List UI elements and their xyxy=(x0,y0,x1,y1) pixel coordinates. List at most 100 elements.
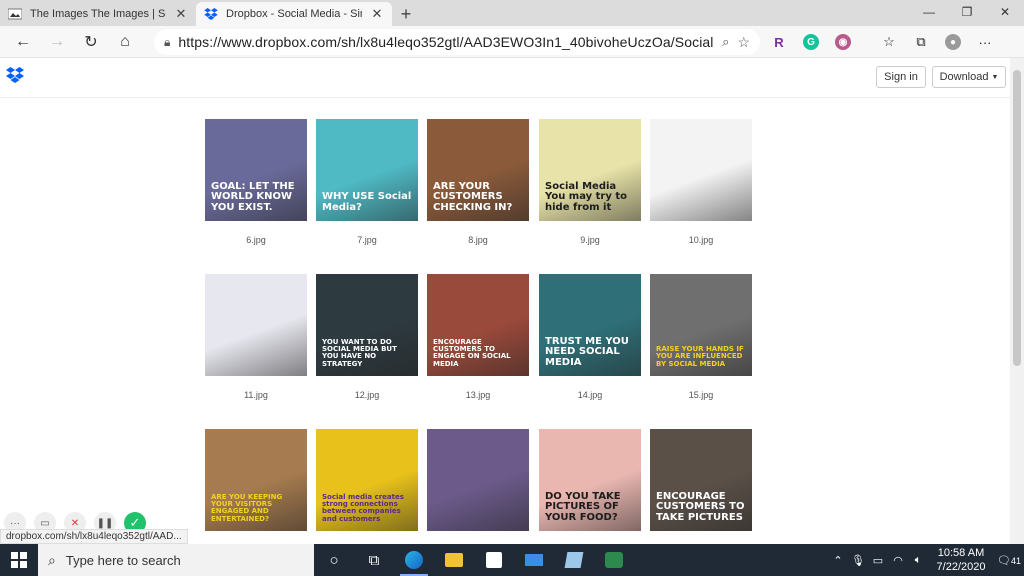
grammarly-icon[interactable]: G xyxy=(798,29,824,55)
tray-chevron-up-icon[interactable]: ⌃ xyxy=(828,554,848,567)
thumbnail-caption: ARE YOUR CUSTOMERS CHECKING IN? xyxy=(433,180,513,213)
more-menu-icon[interactable]: ··· xyxy=(972,29,998,55)
file-tile[interactable]: 10.jpg xyxy=(650,119,752,245)
notifications-badge[interactable]: 🗨︎41 xyxy=(994,554,1024,567)
file-name[interactable]: 11.jpg xyxy=(205,390,307,400)
address-bar[interactable]: 🔒︎ https://www.dropbox.com/sh/lx8u4leqo3… xyxy=(154,29,760,55)
file-thumbnail[interactable]: ARE YOUR CUSTOMERS CHECKING IN? xyxy=(427,119,529,221)
profile-avatar-icon[interactable]: ● xyxy=(940,29,966,55)
refresh-icon[interactable]: ↻ xyxy=(74,32,108,52)
cortana-icon[interactable]: ○ xyxy=(314,544,354,576)
file-tile[interactable]: ENCOURAGE CUSTOMERS TO TAKE PICTURES xyxy=(650,429,752,531)
favorite-star-icon[interactable]: ☆ xyxy=(737,34,750,51)
extension-r-icon[interactable]: R xyxy=(766,29,792,55)
green-app-icon[interactable] xyxy=(594,544,634,576)
file-thumbnail[interactable] xyxy=(650,119,752,221)
collections-icon[interactable]: ⧉ xyxy=(908,29,934,55)
restore-icon[interactable]: ❐ xyxy=(948,0,986,26)
forward-arrow-icon[interactable]: → xyxy=(40,33,74,51)
notes-app-icon[interactable] xyxy=(554,544,594,576)
thumbnail-caption: YOU WANT TO DO SOCIAL MEDIA BUT YOU HAVE… xyxy=(322,337,397,368)
file-tile[interactable]: RAISE YOUR HANDS IF YOU ARE INFLUENCED B… xyxy=(650,274,752,400)
file-name[interactable]: 9.jpg xyxy=(539,235,641,245)
file-tile[interactable]: ENCOURAGE CUSTOMERS TO ENGAGE ON SOCIAL … xyxy=(427,274,529,400)
favorites-icon[interactable]: ☆ xyxy=(876,29,902,55)
zoom-icon[interactable]: ⌕ xyxy=(722,34,729,50)
file-tile[interactable]: Social media creates strong connections … xyxy=(316,429,418,531)
scrollbar-thumb[interactable] xyxy=(1013,70,1021,366)
wifi-icon[interactable]: ◠ xyxy=(888,554,908,567)
tab-title: Dropbox - Social Media - Simplif xyxy=(226,8,362,20)
file-tile[interactable]: GOAL: LET THE WORLD KNOW YOU EXIST. 6.jpg xyxy=(205,119,307,245)
file-tile[interactable]: Social Media You may try to hide from it… xyxy=(539,119,641,245)
store-icon[interactable] xyxy=(474,544,514,576)
sign-in-button[interactable]: Sign in xyxy=(876,66,926,88)
task-view-icon[interactable]: ⧉ xyxy=(354,544,394,576)
file-name[interactable]: 10.jpg xyxy=(650,235,752,245)
file-thumbnail[interactable]: Social media creates strong connections … xyxy=(316,429,418,531)
file-thumbnail[interactable] xyxy=(427,429,529,531)
file-thumbnail[interactable]: WHY USE Social Media? xyxy=(316,119,418,221)
thumbnail-caption: ARE YOU KEEPING YOUR VISITORS ENGAGED AN… xyxy=(211,492,283,523)
close-tab-icon[interactable]: ✕ xyxy=(174,6,188,22)
taskbar-search[interactable]: ⌕ Type here to search xyxy=(38,544,314,576)
start-button[interactable] xyxy=(0,544,38,576)
file-tile[interactable]: WHY USE Social Media? 7.jpg xyxy=(316,119,418,245)
page-scrollbar[interactable] xyxy=(1010,58,1024,544)
file-name[interactable]: 6.jpg xyxy=(205,235,307,245)
dropbox-logo-icon[interactable] xyxy=(6,67,24,83)
extension-circle-icon[interactable]: ◉ xyxy=(830,29,856,55)
file-tile[interactable]: YOU WANT TO DO SOCIAL MEDIA BUT YOU HAVE… xyxy=(316,274,418,400)
file-explorer-icon[interactable] xyxy=(434,544,474,576)
file-thumbnail[interactable]: Social Media You may try to hide from it xyxy=(539,119,641,221)
file-thumbnail[interactable]: ENCOURAGE CUSTOMERS TO TAKE PICTURES xyxy=(650,429,752,531)
thumbnail-caption: GOAL: LET THE WORLD KNOW YOU EXIST. xyxy=(211,180,295,213)
new-tab-button[interactable]: + xyxy=(392,2,420,26)
back-arrow-icon[interactable]: ← xyxy=(6,33,40,51)
file-tile[interactable]: TRUST ME YOU NEED SOCIAL MEDIA 14.jpg xyxy=(539,274,641,400)
minimize-icon[interactable]: — xyxy=(910,0,948,26)
thumbnail-caption: ENCOURAGE CUSTOMERS TO TAKE PICTURES xyxy=(656,490,745,523)
file-name[interactable]: 13.jpg xyxy=(427,390,529,400)
battery-icon[interactable]: ▭ xyxy=(868,554,888,567)
thumbnail-caption: RAISE YOUR HANDS IF YOU ARE INFLUENCED B… xyxy=(656,344,744,368)
file-name[interactable]: 14.jpg xyxy=(539,390,641,400)
edge-browser-icon[interactable] xyxy=(394,544,434,576)
clock-date: 7/22/2020 xyxy=(936,561,986,573)
volume-icon[interactable]: 🔈︎ xyxy=(908,554,928,567)
file-name[interactable]: 12.jpg xyxy=(316,390,418,400)
file-thumbnail[interactable]: TRUST ME YOU NEED SOCIAL MEDIA xyxy=(539,274,641,376)
file-thumbnail[interactable]: YOU WANT TO DO SOCIAL MEDIA BUT YOU HAVE… xyxy=(316,274,418,376)
thumbnail-caption: ENCOURAGE CUSTOMERS TO ENGAGE ON SOCIAL … xyxy=(433,337,511,368)
file-tile[interactable]: 11.jpg xyxy=(205,274,307,400)
close-window-icon[interactable]: ✕ xyxy=(986,0,1024,26)
file-name[interactable]: 8.jpg xyxy=(427,235,529,245)
file-thumbnail[interactable]: DO YOU TAKE PICTURES OF YOUR FOOD? xyxy=(539,429,641,531)
url-text[interactable]: https://www.dropbox.com/sh/lx8u4leqo352g… xyxy=(178,34,714,50)
file-thumbnail[interactable]: ARE YOU KEEPING YOUR VISITORS ENGAGED AN… xyxy=(205,429,307,531)
file-tile[interactable] xyxy=(427,429,529,531)
file-name[interactable]: 7.jpg xyxy=(316,235,418,245)
mail-icon[interactable] xyxy=(514,544,554,576)
tab-title: The Images The Images | SociMa xyxy=(30,8,166,20)
file-name[interactable]: 15.jpg xyxy=(650,390,752,400)
search-placeholder: Type here to search xyxy=(65,552,181,568)
clock[interactable]: 10:58 AM 7/22/2020 xyxy=(928,546,994,574)
home-icon[interactable]: ⌂ xyxy=(108,33,142,51)
thumbnail-caption: WHY USE Social Media? xyxy=(322,191,412,213)
file-tile[interactable]: ARE YOU KEEPING YOUR VISITORS ENGAGED AN… xyxy=(205,429,307,531)
file-thumbnail[interactable]: RAISE YOUR HANDS IF YOU ARE INFLUENCED B… xyxy=(650,274,752,376)
thumbnail-caption: DO YOU TAKE PICTURES OF YOUR FOOD? xyxy=(545,490,621,523)
tab-dropbox[interactable]: Dropbox - Social Media - Simplif ✕ xyxy=(196,2,392,26)
file-thumbnail[interactable]: ENCOURAGE CUSTOMERS TO ENGAGE ON SOCIAL … xyxy=(427,274,529,376)
file-thumbnail[interactable] xyxy=(205,274,307,376)
file-tile[interactable]: ARE YOUR CUSTOMERS CHECKING IN? 8.jpg xyxy=(427,119,529,245)
microphone-icon[interactable]: 🎙︎ xyxy=(848,554,868,567)
file-thumbnail[interactable]: GOAL: LET THE WORLD KNOW YOU EXIST. xyxy=(205,119,307,221)
download-button[interactable]: Download ▼ xyxy=(932,66,1006,88)
extensions-row: R G ◉ ☆ ⧉ ● ··· xyxy=(766,26,998,58)
system-tray: ⌃ 🎙︎ ▭ ◠ 🔈︎ 10:58 AM 7/22/2020 🗨︎41 xyxy=(828,544,1024,576)
close-tab-icon[interactable]: ✕ xyxy=(370,6,384,22)
file-tile[interactable]: DO YOU TAKE PICTURES OF YOUR FOOD? xyxy=(539,429,641,531)
tab-socimage[interactable]: The Images The Images | SociMa ✕ xyxy=(0,2,196,26)
